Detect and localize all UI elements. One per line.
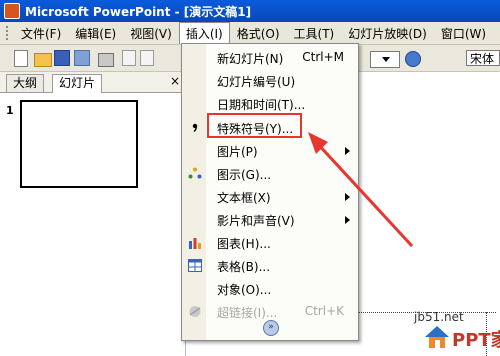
new-document-icon[interactable] [14, 50, 28, 67]
menu-item-label: 表格(B)... [217, 260, 271, 274]
menu-tools[interactable]: 工具(T) [287, 23, 342, 44]
menu-help[interactable]: 帮 [493, 23, 500, 44]
menu-item-label: 图片(P) [217, 145, 258, 159]
menu-item-label: 影片和声音(V) [217, 214, 295, 228]
menu-window[interactable]: 窗口(W) [434, 23, 493, 44]
menu-item-label: 日期和时间(T)... [217, 98, 306, 112]
slide-number: 1 [6, 104, 14, 117]
pane-tabs: 大纲 幻灯片 × [0, 72, 185, 93]
menu-view[interactable]: 视图(V) [123, 23, 179, 44]
tab-outline[interactable]: 大纲 [6, 74, 45, 92]
menu-item-slide-number[interactable]: 幻灯片编号(U) [182, 69, 358, 92]
menu-bar: 文件(F) 编辑(E) 视图(V) 插入(I) 格式(O) 工具(T) 幻灯片放… [0, 22, 500, 45]
menu-item-object[interactable]: 对象(O)... [182, 277, 358, 300]
powerpoint-window: Microsoft PowerPoint - [演示文稿1] 文件(F) 编辑(… [0, 0, 500, 356]
title-bar: Microsoft PowerPoint - [演示文稿1] [0, 0, 500, 22]
font-name-field[interactable]: 宋体 [466, 50, 500, 66]
menu-item-label: 对象(O)... [217, 283, 272, 297]
print-icon[interactable] [98, 53, 114, 67]
menu-item-label: 超链接(I)... [217, 306, 278, 320]
highlight-box [207, 113, 302, 138]
open-folder-icon[interactable] [34, 53, 52, 67]
menu-item-label: 文本框(X) [217, 191, 271, 205]
menu-format[interactable]: 格式(O) [230, 23, 287, 44]
menu-item-label: 图示(G)... [217, 168, 272, 182]
help-icon[interactable] [405, 51, 421, 67]
expand-menu-icon[interactable]: » [263, 320, 279, 336]
tab-slides[interactable]: 幻灯片 [52, 74, 103, 93]
menu-item-label: 图表(H)... [217, 237, 271, 251]
slides-pane: 大纲 幻灯片 × 1 [0, 72, 186, 356]
powerpoint-app-icon[interactable] [4, 3, 20, 19]
print-preview-icon[interactable] [122, 50, 136, 66]
slide-thumbnail[interactable] [20, 100, 138, 188]
close-icon[interactable]: × [170, 74, 180, 88]
menu-item-label: 新幻灯片(N) [217, 52, 284, 66]
menu-slideshow[interactable]: 幻灯片放映(D) [341, 23, 434, 44]
menu-edit[interactable]: 编辑(E) [68, 23, 123, 44]
comma-symbol-icon [192, 123, 198, 133]
table-icon [188, 259, 202, 272]
watermark-logo: PPT家园 [424, 322, 500, 356]
menu-item-table[interactable]: 表格(B)... [182, 254, 358, 277]
menu-item-new-slide[interactable]: 新幻灯片(N) Ctrl+M [182, 46, 358, 69]
menu-item-shortcut: Ctrl+K [304, 304, 344, 318]
menu-item-label: 幻灯片编号(U) [217, 75, 296, 89]
annotation-arrow-icon [308, 132, 414, 248]
menu-file[interactable]: 文件(F) [14, 23, 68, 44]
diagram-icon [188, 167, 202, 179]
menu-insert[interactable]: 插入(I) [178, 22, 230, 44]
house-logo-icon [425, 326, 449, 348]
watermark-brand: PPT家园 [452, 330, 500, 351]
permission-icon[interactable] [74, 50, 90, 66]
hyperlink-icon [189, 306, 201, 317]
copy-icon[interactable] [140, 50, 154, 66]
menu-item-date-time[interactable]: 日期和时间(T)... [182, 92, 358, 115]
menu-item-shortcut: Ctrl+M [302, 50, 344, 64]
save-icon[interactable] [54, 50, 70, 66]
menubar-grip[interactable] [6, 26, 8, 40]
chart-icon [189, 238, 201, 249]
window-title: Microsoft PowerPoint - [演示文稿1] [25, 4, 252, 19]
chevron-down-icon[interactable] [382, 57, 390, 62]
